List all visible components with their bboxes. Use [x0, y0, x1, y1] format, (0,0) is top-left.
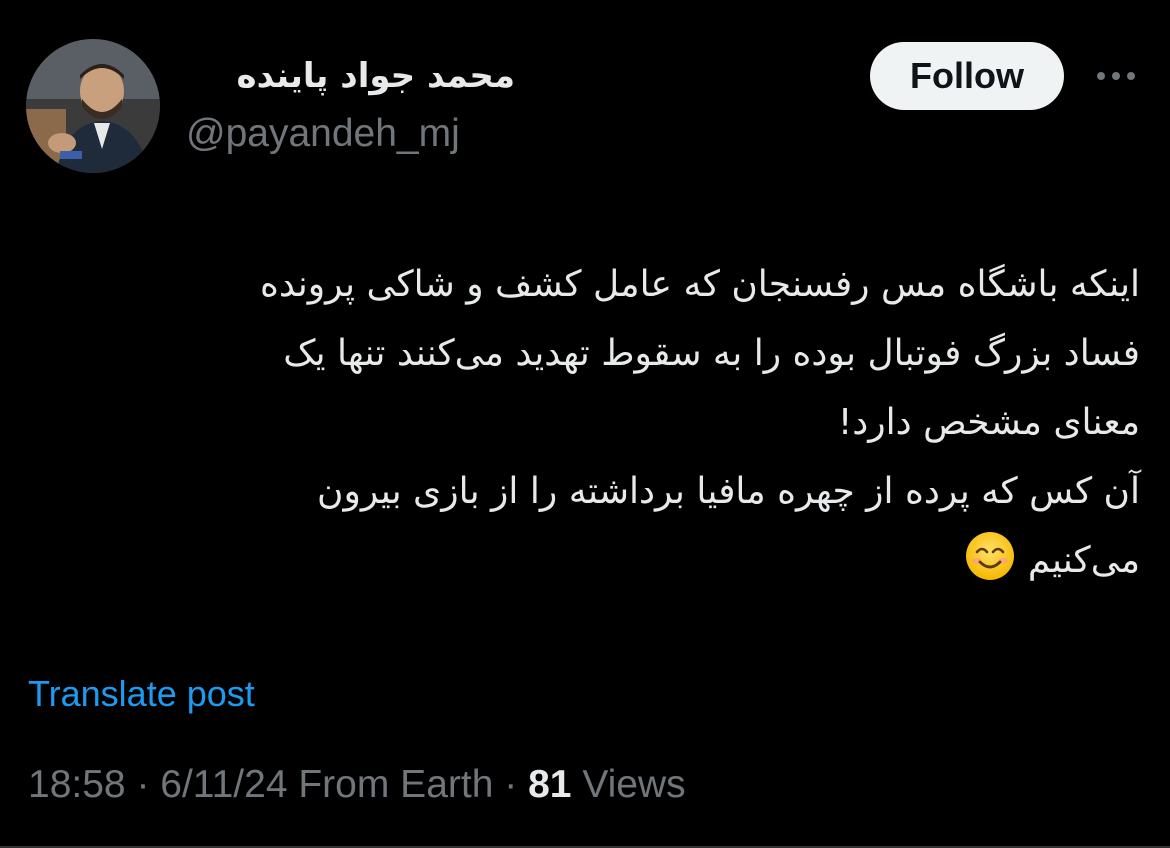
avatar-photo [26, 39, 160, 173]
meta-separator: · [493, 763, 529, 806]
meta-separator: · [125, 763, 161, 806]
more-dots-icon [1097, 72, 1135, 80]
author-avatar[interactable] [26, 39, 160, 173]
tweet-metadata: 18:58 · 6/11/24 From Earth · 81 Views [28, 758, 686, 812]
tweet-text-line: فساد بزرگ فوتبال بوده را به سقوط تهدید م… [283, 333, 1140, 374]
tweet-text-line: می‌کنیم [1027, 540, 1140, 581]
more-options-button[interactable] [1092, 60, 1140, 92]
tweet-source: From Earth [298, 763, 494, 806]
tweet-text-line: اینکه باشگاه مس رفسنجان که عامل کشف و شا… [260, 264, 1140, 305]
tweet-time[interactable]: 18:58 [28, 763, 126, 806]
views-label[interactable]: Views [582, 763, 685, 806]
tweet-text: اینکه باشگاه مس رفسنجان که عامل کشف و شا… [40, 250, 1140, 595]
tweet-text-line: آن کس که پرده از چهره مافیا برداشته را ا… [317, 471, 1140, 512]
author-display-name[interactable]: محمد جواد پاینده [237, 52, 515, 100]
tweet-card: محمد جواد پاینده @payandeh_mj Follow این… [0, 0, 1170, 848]
smiling-face-emoji-icon [966, 532, 1015, 580]
views-count[interactable]: 81 [528, 763, 571, 806]
follow-button[interactable]: Follow [870, 42, 1064, 110]
tweet-date[interactable]: 6/11/24 [160, 763, 287, 806]
translate-post-link[interactable]: Translate post [28, 668, 255, 720]
tweet-text-line: معنای مشخص دارد! [837, 402, 1140, 443]
author-handle[interactable]: @payandeh_mj [186, 110, 460, 158]
tweet-text-last-line: می‌کنیم [40, 526, 1140, 595]
